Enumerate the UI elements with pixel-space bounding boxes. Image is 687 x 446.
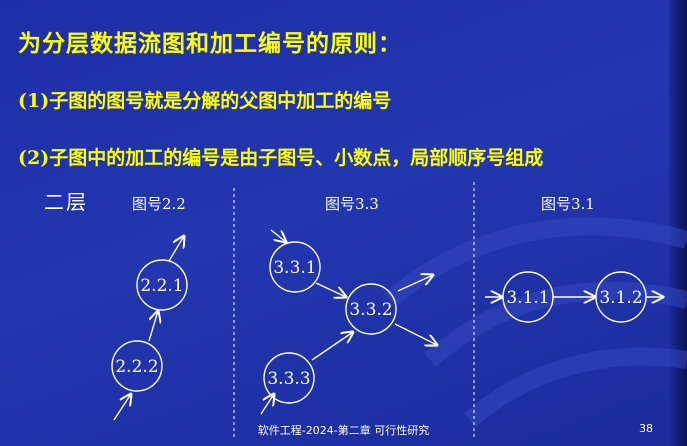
flow-arrow	[270, 229, 286, 242]
page-number: 38	[639, 422, 653, 435]
flow-arrow	[397, 275, 433, 292]
flow-arrow	[113, 394, 131, 421]
flow-arrow	[148, 311, 158, 342]
node-label-3-3-2: 3.3.2	[349, 300, 392, 320]
flow-arrow	[168, 236, 184, 262]
flow-arrow	[394, 323, 437, 345]
flow-arrow	[315, 282, 346, 297]
node-label-2-2-1: 2.2.1	[140, 276, 183, 296]
node-label-3-3-3: 3.3.3	[267, 369, 310, 389]
flow-arrow	[311, 332, 353, 361]
slide-footer: 软件工程-2024-第二章 可行性研究	[257, 424, 430, 437]
node-label-3-1-2: 3.1.2	[599, 288, 642, 308]
slide: 为分层数据流图和加工编号的原则： (1)子图的图号就是分解的父图中加工的编号 (…	[0, 0, 687, 446]
node-labels: 2.2.1 2.2.2 3.3.1 3.3.2 3.3.3 3.1.1 3.1.…	[115, 258, 642, 389]
node-label-2-2-2: 2.2.2	[115, 357, 158, 377]
node-label-3-3-1: 3.3.1	[273, 258, 316, 278]
diagram-2-2	[111, 236, 188, 421]
node-label-3-1-1: 3.1.1	[506, 288, 549, 308]
dfd-diagrams: 2.2.1 2.2.2 3.3.1 3.3.2 3.3.3 3.1.1 3.1.…	[111, 182, 687, 440]
